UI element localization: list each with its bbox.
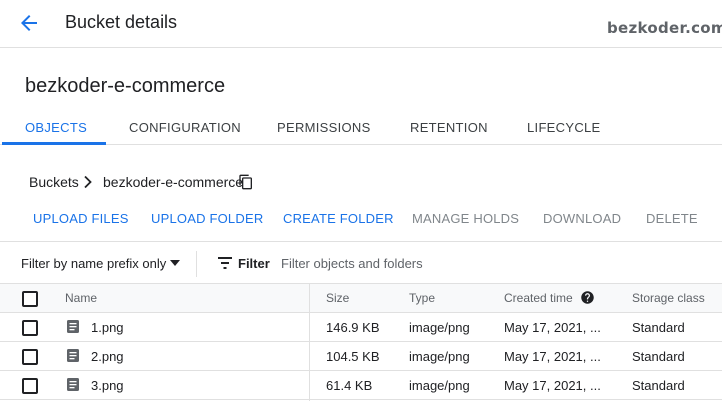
file-icon <box>67 378 79 391</box>
column-header-name[interactable]: Name <box>65 291 97 305</box>
file-icon <box>67 320 79 333</box>
row-divider <box>0 312 722 313</box>
create-folder-button[interactable]: CREATE FOLDER <box>283 211 394 226</box>
file-icon <box>67 349 79 362</box>
file-size: 104.5 KB <box>326 349 380 364</box>
file-created-time: May 17, 2021, ... <box>504 349 601 364</box>
file-type: image/png <box>409 320 470 335</box>
upload-folder-button[interactable]: UPLOAD FOLDER <box>151 211 263 226</box>
file-type: image/png <box>409 349 470 364</box>
tab-lifecycle[interactable]: LIFECYCLE <box>527 120 601 135</box>
table-header <box>0 284 722 312</box>
file-name-link[interactable]: 1.png <box>91 320 124 335</box>
tab-configuration[interactable]: CONFIGURATION <box>129 120 241 135</box>
file-type: image/png <box>409 378 470 393</box>
bucket-name: bezkoder-e-commerce <box>25 75 226 97</box>
row-divider <box>0 341 722 342</box>
column-header-size[interactable]: Size <box>326 291 349 305</box>
file-storage-class: Standard <box>632 378 685 393</box>
file-size: 61.4 KB <box>326 378 373 393</box>
back-button[interactable] <box>16 11 42 35</box>
filter-input[interactable] <box>275 250 707 276</box>
delete-button[interactable]: DELETE <box>646 211 698 226</box>
column-header-storage-class[interactable]: Storage class <box>632 291 705 305</box>
divider <box>0 241 722 242</box>
copy-icon[interactable] <box>238 174 254 190</box>
filter-label: Filter <box>238 256 270 271</box>
row-divider <box>0 399 722 400</box>
download-button[interactable]: DOWNLOAD <box>543 211 621 226</box>
watermark: bezkoder.com <box>607 19 722 37</box>
column-header-created-time[interactable]: Created time <box>504 291 573 305</box>
column-header-type[interactable]: Type <box>409 291 435 305</box>
file-size: 146.9 KB <box>326 320 380 335</box>
tab-permissions[interactable]: PERMISSIONS <box>277 120 371 135</box>
tab-objects[interactable]: OBJECTS <box>25 120 87 135</box>
upload-files-button[interactable]: UPLOAD FILES <box>33 211 129 226</box>
tabs-divider <box>0 144 722 145</box>
row-checkbox[interactable] <box>22 320 38 336</box>
file-storage-class: Standard <box>632 320 685 335</box>
filter-list-icon <box>218 257 232 269</box>
help-icon[interactable] <box>580 290 595 305</box>
page-title: Bucket details <box>65 12 178 32</box>
file-created-time: May 17, 2021, ... <box>504 320 601 335</box>
file-name-link[interactable]: 3.png <box>91 378 124 393</box>
active-tab-indicator <box>2 142 106 145</box>
file-name-link[interactable]: 2.png <box>91 349 124 364</box>
row-divider <box>0 370 722 371</box>
arrow-back-icon <box>21 15 37 31</box>
arrow-drop-down-icon <box>170 260 180 266</box>
row-checkbox[interactable] <box>22 349 38 365</box>
column-divider <box>309 284 310 401</box>
manage-holds-button[interactable]: MANAGE HOLDS <box>412 211 519 226</box>
breadcrumb-current: bezkoder-e-commerce <box>103 174 244 190</box>
row-checkbox[interactable] <box>22 378 38 394</box>
chevron-right-icon <box>84 175 92 189</box>
file-created-time: May 17, 2021, ... <box>504 378 601 393</box>
breadcrumb-buckets[interactable]: Buckets <box>29 174 79 190</box>
file-storage-class: Standard <box>632 349 685 364</box>
filter-divider <box>196 251 197 277</box>
filter-mode-dropdown[interactable]: Filter by name prefix only <box>21 256 166 271</box>
select-all-checkbox[interactable] <box>22 291 38 307</box>
tab-retention[interactable]: RETENTION <box>410 120 488 135</box>
